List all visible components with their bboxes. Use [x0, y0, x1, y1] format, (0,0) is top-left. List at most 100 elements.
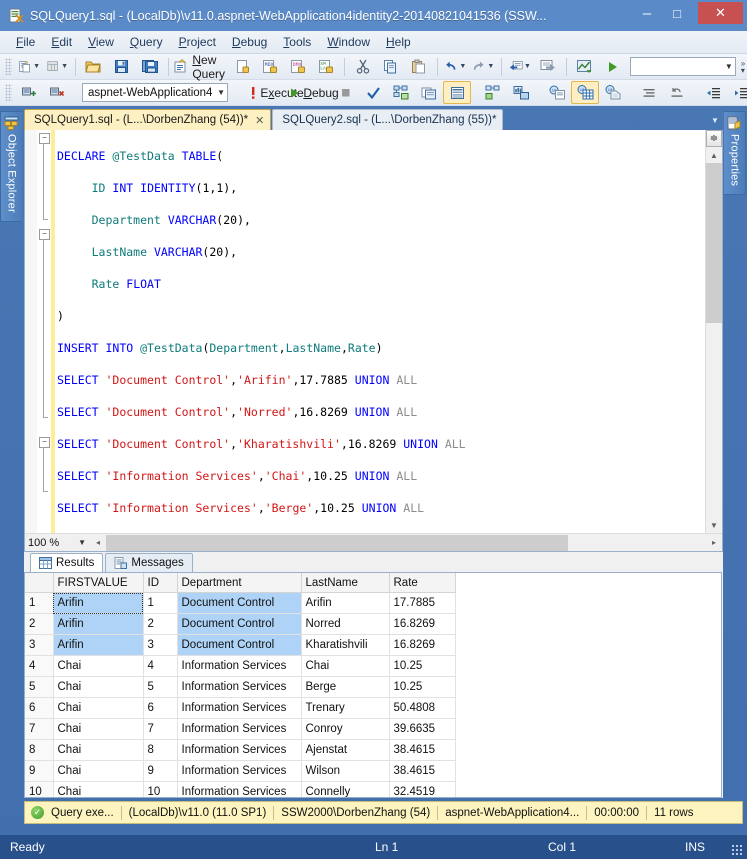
cell-lastname[interactable]: Connelly: [301, 782, 389, 799]
toolbar-grip[interactable]: [5, 84, 12, 101]
fold-toggle-select[interactable]: −: [39, 437, 50, 448]
table-row[interactable]: 10 Chai 10 Information Services Connelly…: [25, 782, 455, 799]
chevron-down-icon[interactable]: ▼: [213, 88, 225, 97]
database-combo[interactable]: aspnet-WebApplication4ide ▼: [82, 83, 228, 102]
cell-department[interactable]: Information Services: [177, 656, 301, 677]
open-file-icon[interactable]: [80, 55, 108, 78]
cell-department[interactable]: Document Control: [177, 614, 301, 635]
redo-icon[interactable]: ▼: [469, 55, 497, 78]
connect-icon[interactable]: [15, 81, 43, 104]
editor-vertical-scrollbar[interactable]: ≑ ▲ ▼: [705, 130, 722, 533]
cell-rate[interactable]: 38.4615: [389, 740, 455, 761]
run-icon[interactable]: [599, 55, 627, 78]
table-row[interactable]: 4 Chai 4 Information Services Chai 10.25: [25, 656, 455, 677]
row-number[interactable]: 6: [25, 698, 53, 719]
navigate-backward-icon[interactable]: ▼: [506, 55, 534, 78]
chevron-down-icon[interactable]: ▼: [721, 62, 733, 71]
increase-indent-icon[interactable]: [727, 81, 747, 104]
cell-firstvalue[interactable]: Chai: [53, 719, 143, 740]
cell-lastname[interactable]: Arifin: [301, 593, 389, 614]
comment-lines-icon[interactable]: [635, 81, 663, 104]
menu-query[interactable]: Query: [122, 33, 171, 51]
cell-department[interactable]: Information Services: [177, 719, 301, 740]
new-query-button[interactable]: New Query: [172, 55, 228, 78]
cell-rate[interactable]: 50.4808: [389, 698, 455, 719]
stop-icon[interactable]: [331, 81, 359, 104]
row-number[interactable]: 5: [25, 677, 53, 698]
standard-toolbar-combo[interactable]: ▼: [630, 57, 736, 76]
menu-view[interactable]: View: [80, 33, 122, 51]
table-row[interactable]: 2 Arifin 2 Document Control Norred 16.82…: [25, 614, 455, 635]
scroll-up-icon[interactable]: ▲: [706, 147, 722, 163]
vertical-scroll-thumb[interactable]: [706, 163, 722, 323]
menu-window[interactable]: Window: [319, 33, 378, 51]
cell-department[interactable]: Information Services: [177, 761, 301, 782]
cell-department[interactable]: Information Services: [177, 677, 301, 698]
save-icon[interactable]: [108, 55, 136, 78]
menu-edit[interactable]: Edit: [43, 33, 80, 51]
cell-id[interactable]: 2: [143, 614, 177, 635]
close-button[interactable]: ✕: [698, 2, 743, 24]
cell-firstvalue[interactable]: Chai: [53, 740, 143, 761]
results-to-file-icon[interactable]: 10: [599, 81, 627, 104]
cell-firstvalue[interactable]: Arifin: [53, 635, 143, 656]
cell-firstvalue[interactable]: Chai: [53, 761, 143, 782]
results-to-grid-view-icon[interactable]: 10: [571, 81, 599, 104]
fold-margin[interactable]: − − −: [37, 130, 51, 533]
cell-id[interactable]: 9: [143, 761, 177, 782]
new-database-engine-query-icon[interactable]: [228, 55, 256, 78]
cell-lastname[interactable]: Norred: [301, 614, 389, 635]
menu-debug[interactable]: Debug: [224, 33, 275, 51]
menu-project[interactable]: Project: [171, 33, 224, 51]
row-number[interactable]: 2: [25, 614, 53, 635]
fold-toggle-insert[interactable]: −: [39, 229, 50, 240]
parse-icon[interactable]: [359, 81, 387, 104]
cell-lastname[interactable]: Berge: [301, 677, 389, 698]
cell-rate[interactable]: 39.6635: [389, 719, 455, 740]
selection-margin[interactable]: [25, 130, 37, 533]
new-analysis-services-mdx-query-icon[interactable]: MDX: [256, 55, 284, 78]
cell-firstvalue[interactable]: Chai: [53, 677, 143, 698]
query-options-icon[interactable]: [415, 81, 443, 104]
chevron-down-icon[interactable]: ▼: [78, 538, 90, 547]
vertical-scroll-track[interactable]: [706, 163, 722, 517]
table-row[interactable]: 1 Arifin 1 Document Control Arifin 17.78…: [25, 593, 455, 614]
scroll-down-icon[interactable]: ▼: [706, 517, 722, 533]
resize-gripper[interactable]: [731, 844, 743, 856]
cell-id[interactable]: 3: [143, 635, 177, 656]
include-client-statistics-icon[interactable]: [507, 81, 535, 104]
row-number[interactable]: 9: [25, 761, 53, 782]
column-header-id[interactable]: ID: [143, 573, 177, 593]
column-header-lastname[interactable]: LastName: [301, 573, 389, 593]
show-diagram-pane-icon[interactable]: [571, 55, 599, 78]
new-analysis-services-xmla-query-icon[interactable]: XM LA: [312, 55, 340, 78]
new-analysis-services-dmx-query-icon[interactable]: DMX: [284, 55, 312, 78]
cell-department[interactable]: Document Control: [177, 635, 301, 656]
row-number[interactable]: 3: [25, 635, 53, 656]
cell-department[interactable]: Information Services: [177, 698, 301, 719]
minimize-button[interactable]: –: [632, 2, 662, 24]
menu-help[interactable]: Help: [378, 33, 419, 51]
copy-icon[interactable]: [377, 55, 405, 78]
table-row[interactable]: 6 Chai 6 Information Services Trenary 50…: [25, 698, 455, 719]
new-project-icon[interactable]: ▼: [43, 55, 71, 78]
cell-lastname[interactable]: Ajenstat: [301, 740, 389, 761]
cell-id[interactable]: 6: [143, 698, 177, 719]
cell-lastname[interactable]: Conroy: [301, 719, 389, 740]
table-row[interactable]: 7 Chai 7 Information Services Conroy 39.…: [25, 719, 455, 740]
column-header-firstvalue[interactable]: FIRSTVALUE: [53, 573, 143, 593]
cell-firstvalue[interactable]: Arifin: [53, 593, 143, 614]
cell-lastname[interactable]: Chai: [301, 656, 389, 677]
tab-sqlquery2[interactable]: SQLQuery2.sql - (L...\DorbenZhang (55))*: [272, 109, 503, 130]
cell-rate[interactable]: 38.4615: [389, 761, 455, 782]
cell-rate[interactable]: 10.25: [389, 677, 455, 698]
results-grid[interactable]: FIRSTVALUE ID Department LastName Rate 1…: [24, 572, 722, 798]
debug-button[interactable]: Debug: [299, 81, 331, 104]
row-number[interactable]: 4: [25, 656, 53, 677]
save-all-icon[interactable]: [136, 55, 164, 78]
table-row[interactable]: 3 Arifin 3 Document Control Kharatishvil…: [25, 635, 455, 656]
display-estimated-execution-plan-icon[interactable]: [387, 81, 415, 104]
editor-horizontal-scrollbar[interactable]: ◂ ▸: [90, 535, 722, 551]
fold-toggle-declare[interactable]: −: [39, 133, 50, 144]
column-header-department[interactable]: Department: [177, 573, 301, 593]
